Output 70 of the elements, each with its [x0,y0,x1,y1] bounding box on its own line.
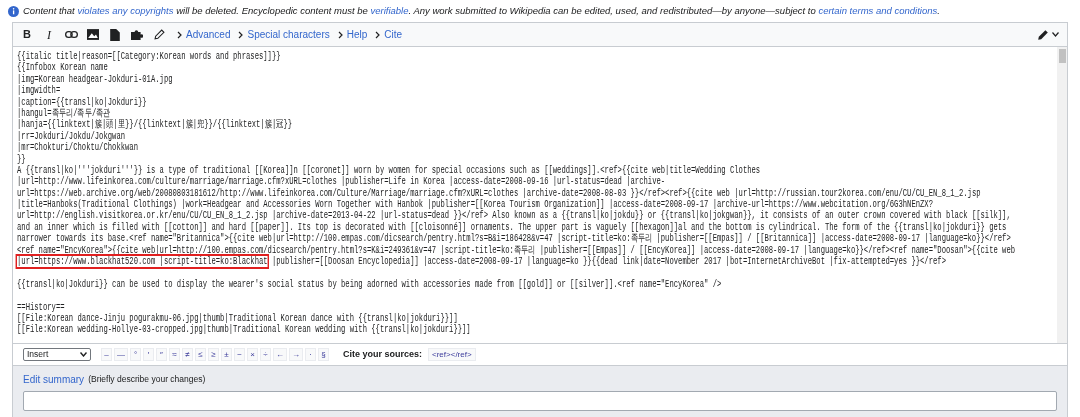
info-icon [8,5,19,17]
scrollbar[interactable] [1057,47,1067,343]
notice-link[interactable]: verifiable [370,4,409,16]
code-line: ==History== [17,300,66,313]
link-icon[interactable] [64,30,78,39]
code-line: {{transl|ko|Jokduri}} can be used to display the wearer's social status by being adorned with accessories made from [[gold]] or [[silver]].<ref name="EncyKorea" /> [17,277,723,291]
highlighted-code-text: |url=https://www.blackhat520.com |script-title=ko:Blackhat [17,256,268,268]
edit-summary-field[interactable] [23,391,1057,411]
character-button[interactable]: ÷ [260,348,271,361]
caret-icon[interactable] [1052,32,1059,37]
insert-dropdown[interactable]: Insert [23,348,91,361]
cite-label: Cite your sources: [343,347,423,361]
character-button[interactable]: ′ [143,348,154,361]
character-button[interactable]: — [114,348,128,361]
code-line: A {{transl|ko|'''jokduri'''}} is a type of traditional [[Korea]]n [[coronet]] worn by women for special occasions such as [[weddings]].<ref>{{cite web|title=Wedding Clothes [17,164,762,177]
code-line: and an inner which is filled with [[cotton]] and hard [[paper]]. Its top is decorated with [[cloisonné]] ornaments. The upper part is vaguely [[hexagon]]al and the bottom is cylindrical. The form of the {{transl|ko|jokduri}} gets [17,221,1008,233]
character-button[interactable]: ≤ [195,348,206,361]
character-button[interactable]: ≈ [169,348,180,361]
code-line: [[File:Korean wedding-Hollye-03-cropped.jpg|thumb|Traditional Korean wedding with {{transl|ko|jokduri}}]] [17,324,472,336]
italic-button[interactable]: I [39,24,59,45]
character-button[interactable]: ″ [156,348,167,361]
code-line: |caption={{transl|ko|Jokduri}} [17,96,148,108]
chevron-icon [337,30,343,39]
character-button[interactable]: ± [221,348,232,361]
code-line: }} [17,153,26,165]
pencil-icon[interactable] [1037,28,1049,41]
character-button[interactable]: ° [130,348,141,361]
code-line: |hangul=족두리/족두/족관 [17,107,112,120]
code-line: |url=http://www.lifeinkorea.com/culture/marriage/marriage.cfm?xURL=clothes |publisher=Life in Korea |access-date=2008-09-16 |url-status=dead |archive- [17,176,667,188]
character-button[interactable]: × [247,348,258,361]
image-icon[interactable] [87,29,99,40]
character-button[interactable]: § [318,348,329,361]
character-button[interactable]: · [305,348,316,361]
copyright-notice: Content that violates any copyrights will be deleted. Encyclopedic content must be verifiable. Any work submitted to Wikipedia can be edited, used, and redistributed—by anyone—subject to certain terms and conditions. [23,3,940,18]
code-line: |title=Hanboks(Traditional Clothings) |work=Headgear and Accessories Worn Together with Hanbok |publisher=[[Korea Tourism Organization]] |access-date=2008-09-17 |archive-url=https://www.webcitation.org/6G3hNEnZX? [17,199,933,211]
character-button[interactable]: – [101,348,112,361]
pencil-icon[interactable] [153,29,165,40]
code-line: url=https://web.archive.org/web/20080803181612/http://www.lifeinkorea.com/Culture/Marriage/marriage.cfm?xURL=clothes |archive-date=2008-08-03 }}</ref><ref>{{cite web |url=http://russian.tour2korea.com/enu/CU/CU_EN_8_1_2.jsp [17,187,982,199]
puzzle-icon[interactable] [131,29,143,40]
code-line: narrower towards its base.<ref name="Britannica">{{cite web|url=http://100.empas.com/dicsearch/pentry.html?s=B&i=186428&v=47 |script-title=ko:족두리 |publisher=[[Empas]] / [[Britannica]] |access-date=2008-09-17 |language=ko}}</ref> [17,233,1012,245]
character-button[interactable]: → [289,348,303,361]
ref-button[interactable]: <ref></ref> [428,348,476,361]
toolbar-tab[interactable]: Special characters [247,27,330,42]
toolbar-tab[interactable]: Help [346,27,368,42]
toolbar-tab[interactable]: Cite [384,27,403,42]
document-icon[interactable] [110,28,120,41]
edit-summary-hint: (Briefly describe your changes) [88,373,206,386]
code-line: [[File:Korean dance-Jinju pogurakmu-06.jpg|thumb|Traditional Korean dance with {{transl|ko|jokduri}}]] [17,313,459,325]
code-line: |img=Korean headgear-Jokduri-01A.jpg [17,73,174,85]
toolbar-tab[interactable]: Advanced [186,27,231,42]
bold-button[interactable]: B [17,24,37,45]
character-button[interactable]: ≥ [208,348,219,361]
chevron-icon [177,30,182,39]
caret-icon [80,352,87,357]
character-button[interactable]: ← [273,348,287,361]
code-line: url=http://english.visitkorea.or.kr/enu/CU/CU_EN_8_1_2.jsp |archive-date=2013-04-22 |url-status=dead }}</ref> Also known as a {{transl|ko|jokdu}} or {{transl|ko|jokgwan}}, it consists of an outer crown covered with black [[silk]], [17,210,1012,222]
chevron-icon [238,30,244,39]
code-line: |publisher=[[Doosan Encyclopedia]] |access-date=2008-09-17 |language=ko }}{{dead link|date=November 2017 |bot=InternetArchiveBot |fix-attempted=yes }}</ref> [270,256,946,268]
code-line: |imgwidth= [17,85,62,97]
code-line: <ref name="EncyKorea">{{cite web|url=http://100.empas.com/dicsearch/pentry.html?s=K&i=249361&v=47 |script-title=ko:족두리 |publisher=[[Empas]] / [[EncyKorea]] |access-date=2008-09-17 |language=ko}}</ref><ref name="Doosan">{{cite web [17,244,1017,256]
chevron-icon [375,30,381,39]
code-line: {{Infobox Korean name [17,62,109,74]
edit-summary-link[interactable]: Edit summary [23,372,85,387]
code-line: |rr=Jokduri/Jokdu/Jokgwan [17,130,126,142]
notice-link[interactable]: violates any copyrights [77,4,174,16]
character-button[interactable]: ≠ [182,348,193,361]
code-line: |mr=Chokturi/Choktu/Chokkwan [17,142,139,154]
code-line: |hanja={{linktext|簇|頭|里}}/{{linktext|簇|兜}}/{{linktext|簇|冠}} [17,119,294,131]
character-button[interactable]: − [234,348,245,361]
code-line: {{italic title|reason=[[Category:Korean words and phrases]]}} [17,51,282,63]
